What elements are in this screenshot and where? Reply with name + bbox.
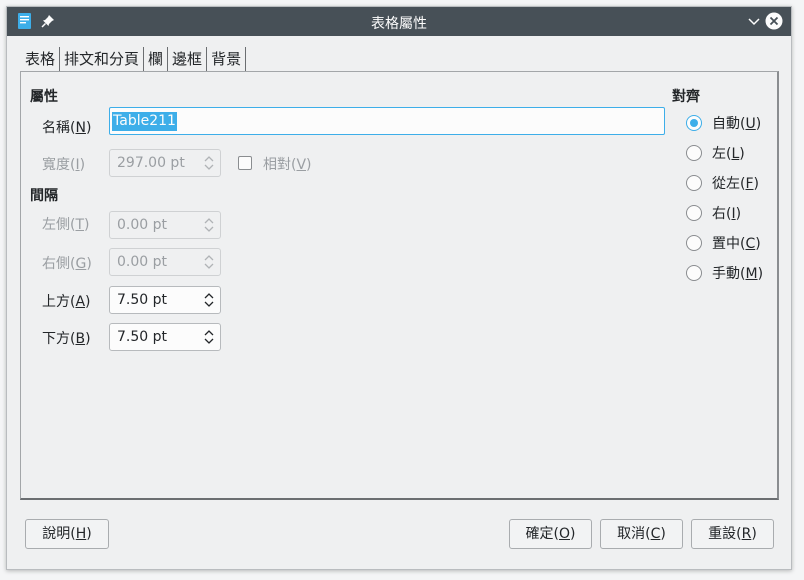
- tab-panel: 屬性 名稱(N) Table211 寬度(I) 297.00 pt 相對(V) …: [20, 71, 779, 500]
- align-right-label[interactable]: 右(I): [712, 203, 741, 223]
- width-label: 寬度(I): [42, 157, 86, 173]
- chevron-down-icon[interactable]: [747, 14, 761, 28]
- align-manual-radio[interactable]: [686, 265, 702, 281]
- titlebar[interactable]: 表格屬性: [7, 7, 791, 36]
- left-spacing-spinbox[interactable]: 0.00 pt: [109, 211, 221, 239]
- name-value: Table211: [112, 112, 177, 131]
- spin-arrows-icon[interactable]: [203, 329, 215, 345]
- tab-text-flow[interactable]: 排文和分頁: [60, 47, 145, 71]
- spin-arrows-icon[interactable]: [203, 254, 215, 270]
- align-from-left-radio[interactable]: [686, 175, 702, 191]
- ok-button[interactable]: 確定(O): [509, 519, 592, 549]
- relative-label: 相對(V): [263, 157, 312, 173]
- spin-arrows-icon[interactable]: [203, 217, 215, 233]
- width-spinbox[interactable]: 297.00 pt: [109, 149, 221, 177]
- properties-heading: 屬性: [30, 89, 58, 105]
- align-left-radio[interactable]: [686, 145, 702, 161]
- name-label: 名稱(N): [42, 120, 92, 136]
- spin-arrows-icon[interactable]: [203, 292, 215, 308]
- left-spacing-value: 0.00 pt: [117, 217, 167, 233]
- relative-checkbox[interactable]: [238, 156, 252, 170]
- left-spacing-label: 左側(T): [42, 217, 90, 233]
- below-spacing-label: 下方(B): [42, 331, 91, 347]
- window-title: 表格屬性: [371, 16, 427, 32]
- tab-borders[interactable]: 邊框: [168, 47, 208, 71]
- help-button[interactable]: 說明(H): [25, 519, 109, 549]
- tab-table[interactable]: 表格: [21, 47, 61, 71]
- reset-button[interactable]: 重設(R): [691, 519, 774, 549]
- align-left-label[interactable]: 左(L): [712, 143, 745, 163]
- tab-background[interactable]: 背景: [207, 47, 247, 71]
- align-automatic-label[interactable]: 自動(U): [712, 113, 761, 133]
- tab-columns[interactable]: 欄: [144, 47, 169, 71]
- cancel-button[interactable]: 取消(C): [600, 519, 683, 549]
- tab-bar: 表格 排文和分頁 欄 邊框 背景: [21, 47, 247, 71]
- align-from-left-label[interactable]: 從左(F): [712, 173, 759, 193]
- align-automatic-radio[interactable]: [686, 115, 702, 131]
- right-spacing-value: 0.00 pt: [117, 254, 167, 270]
- align-center-radio[interactable]: [686, 235, 702, 251]
- below-spacing-value: 7.50 pt: [117, 329, 167, 345]
- right-spacing-spinbox[interactable]: 0.00 pt: [109, 248, 221, 276]
- align-right-radio[interactable]: [686, 205, 702, 221]
- name-input[interactable]: Table211: [109, 107, 665, 135]
- alignment-heading: 對齊: [672, 89, 700, 105]
- align-manual-label[interactable]: 手動(M): [712, 263, 763, 283]
- spacing-heading: 間隔: [30, 188, 58, 204]
- right-spacing-label: 右側(G): [42, 256, 92, 272]
- dialog-window: 表格屬性 表格 排文和分頁 欄 邊框 背景 屬性 名稱(N) Table211 …: [6, 6, 792, 570]
- close-icon[interactable]: [765, 12, 783, 30]
- spin-arrows-icon[interactable]: [203, 155, 215, 171]
- width-value: 297.00 pt: [117, 155, 185, 171]
- above-spacing-value: 7.50 pt: [117, 292, 167, 308]
- above-spacing-spinbox[interactable]: 7.50 pt: [109, 286, 221, 314]
- below-spacing-spinbox[interactable]: 7.50 pt: [109, 323, 221, 351]
- above-spacing-label: 上方(A): [42, 294, 91, 310]
- align-center-label[interactable]: 置中(C): [712, 233, 761, 253]
